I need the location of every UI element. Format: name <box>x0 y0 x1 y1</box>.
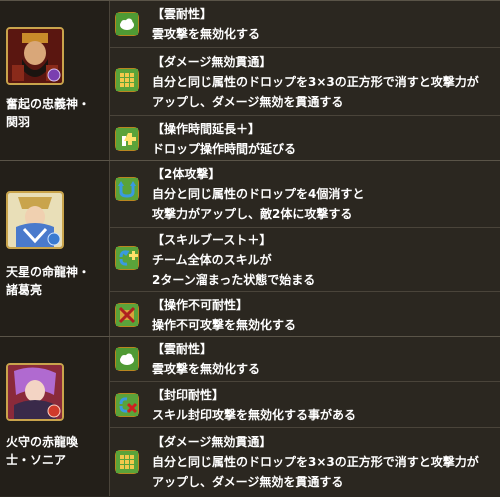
awakening-desc: 雲攻撃を無効化する <box>152 362 261 376</box>
character-name-line2: 諸葛亮 <box>6 283 43 297</box>
character-group-sonia: 火守の赤龍喚 士・ソニア 【雲耐性】 雲攻撃を無効化する 【封印耐性】 スキル封… <box>0 336 500 496</box>
awakening-text: 【封印耐性】 スキル封印攻撃を無効化する事がある <box>152 385 494 425</box>
awakening-icon-cell <box>110 428 146 497</box>
awakening-icon-cell <box>110 382 146 427</box>
awakening-title: 【雲耐性】 <box>152 342 213 356</box>
awakening-title: 【操作不可耐性】 <box>152 298 249 312</box>
awakening-title: 【封印耐性】 <box>152 388 225 402</box>
skill-boost-plus-icon <box>115 246 139 270</box>
character-group-guan-yu: 奮起の忠義神・ 関羽 【雲耐性】 雲攻撃を無効化する 【ダメージ無効貫通】 自分… <box>0 0 500 160</box>
time-extend-plus-icon <box>115 127 139 151</box>
awakening-desc: チーム全体のスキルが <box>152 253 272 267</box>
character-name-line1: 奮起の忠義神・ <box>6 97 91 111</box>
awakening-desc: 自分と同じ属性のドロップを3×3の正方形で消すと攻撃力が <box>152 455 479 469</box>
awakening-icon-cell <box>110 116 146 161</box>
awakening-text: 【スキルブースト＋】 チーム全体のスキルが 2ターン溜まった状態で始まる <box>152 230 494 290</box>
awakening-desc: アップし、ダメージ無効を貫通する <box>152 475 344 489</box>
awakening-desc: 自分と同じ属性のドロップを3×3の正方形で消すと攻撃力が <box>152 75 479 89</box>
awakening-text: 【操作不可耐性】 操作不可攻撃を無効化する <box>152 295 494 335</box>
awakening-title: 【ダメージ無効貫通】 <box>152 435 272 449</box>
awakening-desc: 自分と同じ属性のドロップを4個消すと <box>152 187 365 201</box>
character-portrait-guan-yu[interactable] <box>6 27 64 85</box>
two-pronged-attack-icon <box>115 177 139 201</box>
character-name-line1: 天星の命龍神・ <box>6 265 91 279</box>
awakening-desc: 攻撃力がアップし、敵2体に攻撃する <box>152 207 353 221</box>
awakening-desc: アップし、ダメージ無効を貫通する <box>152 95 344 109</box>
character-cell: 火守の赤龍喚 士・ソニア <box>0 337 110 496</box>
skill-bind-resist-icon <box>115 393 139 417</box>
character-cell: 天星の命龍神・ 諸葛亮 <box>0 161 110 336</box>
awakening-text: 【ダメージ無効貫通】 自分と同じ属性のドロップを3×3の正方形で消すと攻撃力が … <box>152 52 494 112</box>
awakening-text: 【2体攻撃】 自分と同じ属性のドロップを4個消すと 攻撃力がアップし、敵2体に攻… <box>152 164 494 224</box>
character-name-line1: 火守の赤龍喚 <box>6 435 79 449</box>
awakening-title: 【スキルブースト＋】 <box>152 233 272 247</box>
awakening-icon-cell <box>110 292 146 337</box>
awakening-table: 奮起の忠義神・ 関羽 【雲耐性】 雲攻撃を無効化する 【ダメージ無効貫通】 自分… <box>0 0 500 496</box>
awakening-title: 【操作時間延長＋】 <box>152 122 261 136</box>
awakening-row: 【操作不可耐性】 操作不可攻撃を無効化する <box>110 291 500 337</box>
cloud-resist-icon <box>115 12 139 36</box>
awakening-desc: 雲攻撃を無効化する <box>152 27 261 41</box>
awakening-row: 【ダメージ無効貫通】 自分と同じ属性のドロップを3×3の正方形で消すと攻撃力が … <box>110 47 500 115</box>
awakening-text: 【雲耐性】 雲攻撃を無効化する <box>152 339 494 379</box>
void-penetration-icon <box>115 68 139 92</box>
awakening-desc: 2ターン溜まった状態で始まる <box>152 273 316 287</box>
awakening-desc: 操作不可攻撃を無効化する <box>152 318 297 332</box>
awakening-row: 【封印耐性】 スキル封印攻撃を無効化する事がある <box>110 381 500 427</box>
awakening-row: 【2体攻撃】 自分と同じ属性のドロップを4個消すと 攻撃力がアップし、敵2体に攻… <box>110 161 500 227</box>
awakening-title: 【2体攻撃】 <box>152 167 221 181</box>
awakening-row: 【雲耐性】 雲攻撃を無効化する <box>110 337 500 381</box>
awakening-icon-cell <box>110 337 146 381</box>
awakening-icon-cell <box>110 161 146 227</box>
void-penetration-icon <box>115 450 139 474</box>
character-name-line2: 士・ソニア <box>6 453 67 467</box>
awakening-text: 【ダメージ無効貫通】 自分と同じ属性のドロップを3×3の正方形で消すと攻撃力が … <box>152 432 494 492</box>
awakening-row: 【スキルブースト＋】 チーム全体のスキルが 2ターン溜まった状態で始まる <box>110 227 500 291</box>
awakening-text: 【雲耐性】 雲攻撃を無効化する <box>152 4 494 44</box>
awakening-text: 【操作時間延長＋】 ドロップ操作時間が延びる <box>152 119 494 159</box>
awakening-title: 【ダメージ無効貫通】 <box>152 55 272 69</box>
character-portrait-zhuge-liang[interactable] <box>6 191 64 249</box>
awakening-desc: ドロップ操作時間が延びる <box>152 142 297 156</box>
unmovable-resist-icon <box>115 303 139 327</box>
awakening-row: 【雲耐性】 雲攻撃を無効化する <box>110 1 500 47</box>
character-portrait-sonia[interactable] <box>6 363 64 421</box>
character-name: 奮起の忠義神・ 関羽 <box>6 95 106 131</box>
awakening-icon-cell <box>110 48 146 115</box>
character-group-zhuge-liang: 天星の命龍神・ 諸葛亮 【2体攻撃】 自分と同じ属性のドロップを4個消すと 攻撃… <box>0 160 500 336</box>
character-name-line2: 関羽 <box>6 115 31 129</box>
awakening-icon-cell <box>110 1 146 47</box>
awakening-row: 【ダメージ無効貫通】 自分と同じ属性のドロップを3×3の正方形で消すと攻撃力が … <box>110 427 500 497</box>
character-cell: 奮起の忠義神・ 関羽 <box>0 1 110 160</box>
cloud-resist-icon <box>115 347 139 371</box>
awakening-icon-cell <box>110 228 146 291</box>
awakening-title: 【雲耐性】 <box>152 7 213 21</box>
character-name: 天星の命龍神・ 諸葛亮 <box>6 263 106 299</box>
character-name: 火守の赤龍喚 士・ソニア <box>6 433 106 469</box>
awakening-desc: スキル封印攻撃を無効化する事がある <box>152 408 357 422</box>
awakening-row: 【操作時間延長＋】 ドロップ操作時間が延びる <box>110 115 500 161</box>
